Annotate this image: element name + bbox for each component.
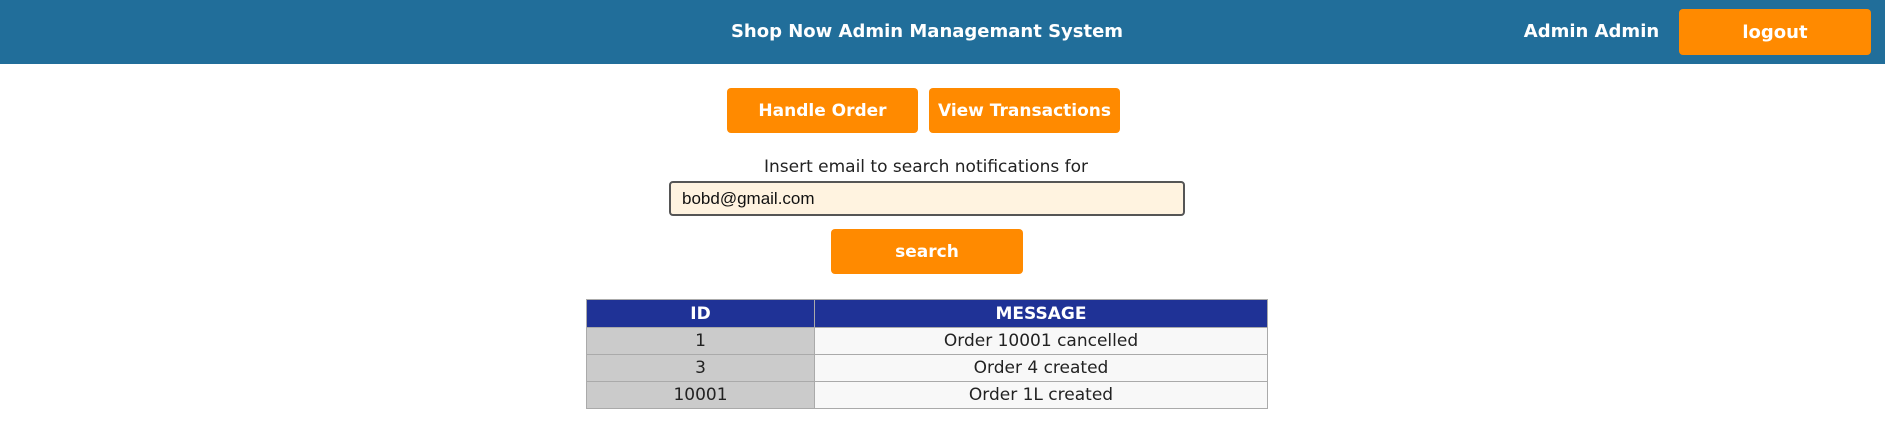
top-header: Shop Now Admin Managemant System Admin A… [0,0,1885,64]
row-message-cell: Order 1L created [814,381,1268,409]
handle-order-button[interactable]: Handle Order [727,88,918,133]
row-message-cell: Order 10001 cancelled [814,327,1268,355]
notifications-table: ID MESSAGE 1 Order 10001 cancelled 3 Ord… [586,299,1268,409]
table-row: 3 Order 4 created [586,354,1268,382]
column-header-message: MESSAGE [814,299,1268,328]
search-label: Insert email to search notifications for [763,157,1089,177]
table-row: 1 Order 10001 cancelled [586,327,1268,355]
table-row: 10001 Order 1L created [586,381,1268,409]
search-button[interactable]: search [831,229,1023,274]
email-search-input[interactable] [669,181,1185,216]
logout-button[interactable]: logout [1679,9,1871,55]
table-header-row: ID MESSAGE [586,299,1268,328]
view-transactions-button[interactable]: View Transactions [929,88,1120,133]
row-id-cell: 3 [586,354,815,382]
row-message-cell: Order 4 created [814,354,1268,382]
column-header-id: ID [586,299,815,328]
row-id-cell: 1 [586,327,815,355]
user-name: Admin Admin [1523,21,1660,42]
row-id-cell: 10001 [586,381,815,409]
